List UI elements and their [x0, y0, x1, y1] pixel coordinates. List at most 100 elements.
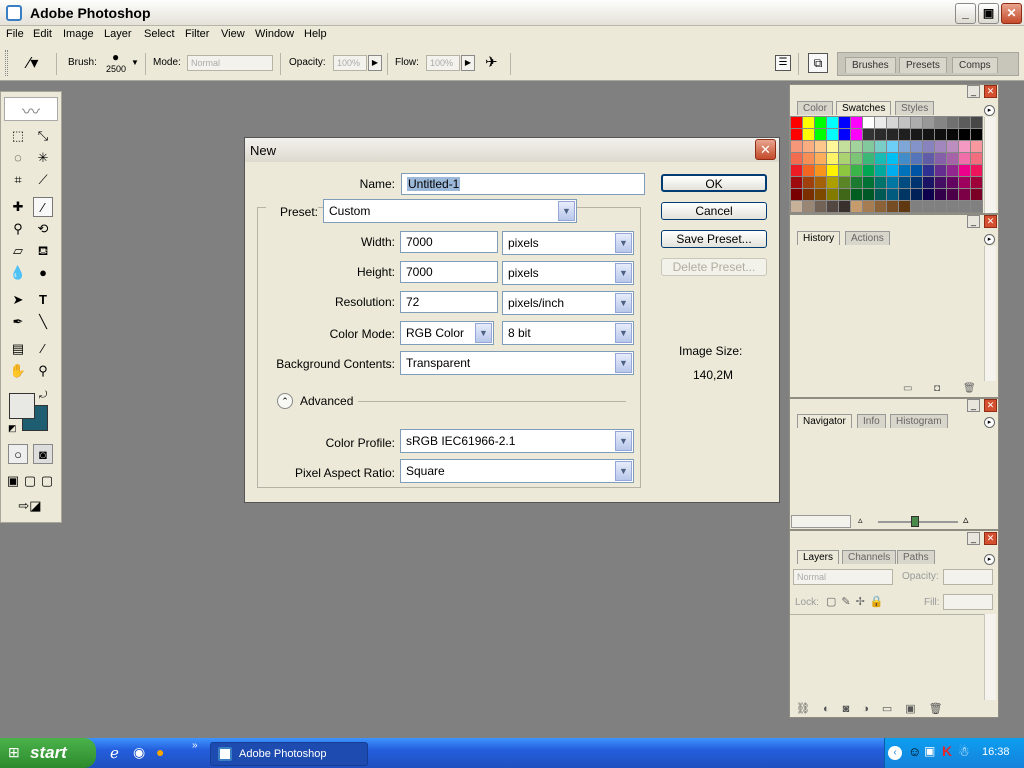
height-field[interactable]: 7000: [400, 261, 498, 283]
move-tool-icon[interactable]: ⤡: [33, 126, 53, 146]
color-swatch[interactable]: [899, 153, 910, 164]
antivirus-icon[interactable]: K: [942, 743, 952, 759]
tab-histogram[interactable]: Histogram: [890, 414, 948, 428]
blur-tool-icon[interactable]: 💧: [8, 263, 28, 283]
color-swatch[interactable]: [875, 129, 886, 140]
jump-to-imageready-icon[interactable]: ⇨◪: [6, 496, 54, 516]
color-swatch[interactable]: [863, 141, 874, 152]
delete-preset-button[interactable]: Delete Preset...: [661, 258, 767, 276]
color-swatch[interactable]: [947, 129, 958, 140]
paint-bucket-tool-icon[interactable]: ⛾: [33, 241, 53, 261]
color-swatch[interactable]: [899, 201, 910, 212]
dialog-close-button[interactable]: ✕: [755, 139, 776, 160]
panel-menu-icon[interactable]: ▸: [984, 105, 995, 116]
color-swatch[interactable]: [851, 129, 862, 140]
color-swatch[interactable]: [911, 189, 922, 200]
color-swatch[interactable]: [875, 117, 886, 128]
advanced-toggle-icon[interactable]: ⌃: [277, 393, 293, 409]
color-swatch[interactable]: [947, 189, 958, 200]
color-swatch[interactable]: [947, 177, 958, 188]
layer-action-icons[interactable]: ⛓◐◙◑▭▣🗑: [796, 702, 956, 715]
palette-toggle-icon[interactable]: ⧉: [808, 53, 828, 73]
history-scrollbar[interactable]: [984, 246, 996, 381]
layer-blend-mode-select[interactable]: Normal: [793, 569, 893, 585]
screen-mode-standard-icon[interactable]: ▣: [5, 471, 21, 491]
tab-comps[interactable]: Comps: [952, 57, 998, 73]
screen-mode-full-icon[interactable]: ▢: [39, 471, 55, 491]
color-swatch[interactable]: [791, 177, 802, 188]
standard-mode-icon[interactable]: ○: [8, 444, 28, 464]
color-swatch[interactable]: [827, 189, 838, 200]
color-swatch[interactable]: [947, 117, 958, 128]
tab-channels[interactable]: Channels: [842, 550, 897, 564]
color-swatch[interactable]: [959, 189, 970, 200]
advanced-label[interactable]: Advanced: [300, 394, 353, 408]
tab-brushes[interactable]: Brushes: [845, 57, 896, 73]
new-document-from-state-icon[interactable]: ▭: [903, 383, 912, 394]
color-swatch[interactable]: [815, 177, 826, 188]
color-swatch[interactable]: [839, 129, 850, 140]
color-swatch[interactable]: [935, 153, 946, 164]
color-swatch[interactable]: [899, 129, 910, 140]
color-swatch[interactable]: [935, 117, 946, 128]
color-swatch[interactable]: [851, 189, 862, 200]
panel-minimize-button[interactable]: _: [967, 532, 980, 545]
color-swatch[interactable]: [899, 165, 910, 176]
color-swatch[interactable]: [923, 141, 934, 152]
color-swatch[interactable]: [803, 201, 814, 212]
path-selection-tool-icon[interactable]: ➤: [8, 290, 28, 310]
color-swatch[interactable]: [887, 117, 898, 128]
layer-fill-field[interactable]: [943, 594, 993, 610]
color-swatch[interactable]: [971, 117, 982, 128]
swatch-grid[interactable]: [790, 116, 983, 213]
lock-icons[interactable]: ▢✎✢🔒: [826, 595, 889, 608]
color-swatch[interactable]: [935, 177, 946, 188]
color-swatch[interactable]: [935, 189, 946, 200]
brush-tip-icon[interactable]: ●: [112, 50, 119, 64]
panel-minimize-button[interactable]: _: [967, 399, 980, 412]
eraser-tool-icon[interactable]: ▱: [8, 241, 28, 261]
slice-tool-icon[interactable]: ⟋: [33, 170, 53, 190]
height-unit-select[interactable]: pixels ▼: [502, 261, 634, 285]
grip-handle[interactable]: [5, 50, 8, 76]
ok-button[interactable]: OK: [661, 174, 767, 192]
quick-mask-mode-icon[interactable]: ◙: [33, 444, 53, 464]
color-swatch[interactable]: [851, 165, 862, 176]
width-field[interactable]: 7000: [400, 231, 498, 253]
color-swatch[interactable]: [839, 177, 850, 188]
tab-styles[interactable]: Styles: [895, 101, 935, 115]
feather-logo-icon[interactable]: 〰: [4, 97, 58, 122]
menu-file[interactable]: File: [6, 28, 24, 40]
lasso-tool-icon[interactable]: ◌: [8, 148, 28, 168]
color-swatch[interactable]: [863, 117, 874, 128]
color-swatch[interactable]: [899, 177, 910, 188]
internet-explorer-icon[interactable]: ℯ: [110, 744, 119, 762]
tab-info[interactable]: Info: [857, 414, 886, 428]
marquee-tool-icon[interactable]: ⬚: [8, 126, 28, 146]
width-unit-select[interactable]: pixels ▼: [502, 231, 634, 255]
color-swatch[interactable]: [803, 129, 814, 140]
panel-close-button[interactable]: ✕: [984, 532, 997, 545]
color-swatch[interactable]: [887, 201, 898, 212]
color-swatch[interactable]: [971, 165, 982, 176]
zoom-slider-thumb[interactable]: [911, 516, 919, 527]
healing-brush-tool-icon[interactable]: ✚: [8, 197, 28, 217]
panel-menu-icon[interactable]: ▸: [984, 234, 995, 245]
color-swatch[interactable]: [827, 141, 838, 152]
color-swatch[interactable]: [959, 201, 970, 212]
dodge-tool-icon[interactable]: ●: [33, 263, 53, 283]
tray-expand-icon[interactable]: ‹: [888, 746, 902, 760]
default-colors-icon[interactable]: ◩: [8, 423, 17, 434]
menu-help[interactable]: Help: [304, 28, 327, 40]
color-swatch[interactable]: [959, 177, 970, 188]
color-swatch[interactable]: [815, 189, 826, 200]
color-swatch[interactable]: [791, 189, 802, 200]
color-swatch[interactable]: [875, 153, 886, 164]
color-swatch[interactable]: [899, 189, 910, 200]
color-swatch[interactable]: [959, 165, 970, 176]
tab-swatches[interactable]: Swatches: [836, 101, 892, 115]
color-swatch[interactable]: [899, 117, 910, 128]
color-swatch[interactable]: [839, 117, 850, 128]
color-swatch[interactable]: [863, 165, 874, 176]
panel-close-button[interactable]: ✕: [984, 215, 997, 228]
